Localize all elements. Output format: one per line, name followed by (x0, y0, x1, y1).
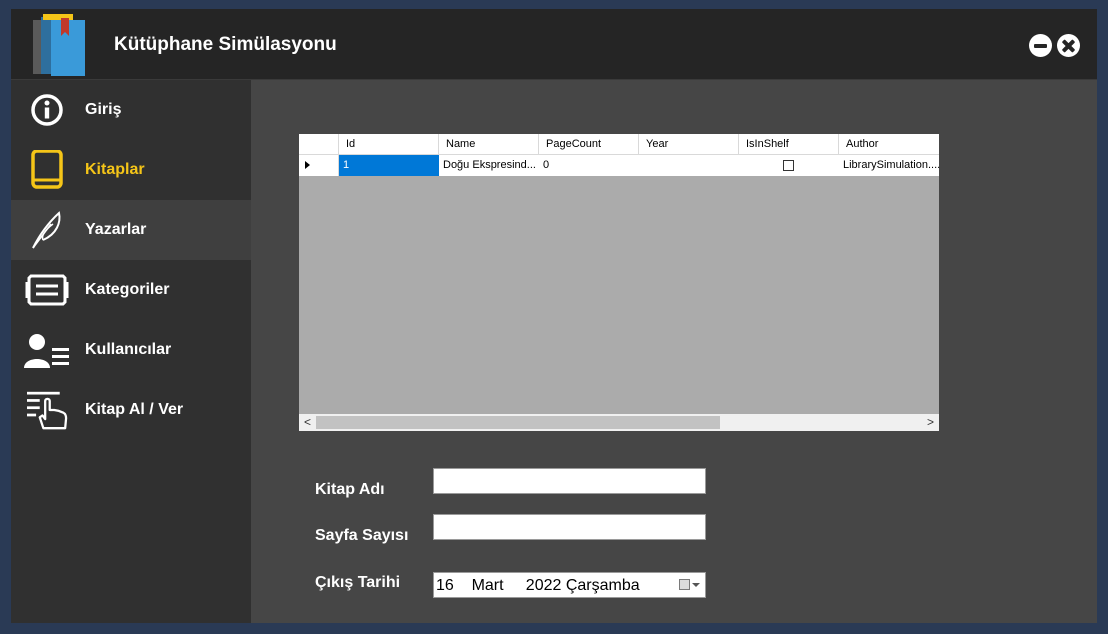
page-count-label: Sayfa Sayısı (315, 527, 409, 544)
release-date-label: Çıkış Tarihi (315, 574, 401, 591)
horizontal-scrollbar[interactable]: < > (299, 414, 939, 431)
sidebar-item-label: Kullanıcılar (85, 341, 172, 358)
book-icon (31, 150, 63, 189)
info-icon (31, 94, 63, 126)
minimize-icon[interactable] (1029, 34, 1052, 57)
sidebar-item-label: Kategoriler (85, 281, 170, 298)
chevron-down-icon[interactable] (692, 583, 700, 587)
sidebar: Giriş Kitaplar Yazarlar Kategoriler Kull… (11, 80, 251, 623)
sidebar-item-kategoriler[interactable]: Kategoriler (11, 260, 251, 320)
sidebar-item-label: Yazarlar (85, 221, 147, 238)
user-list-icon (24, 334, 69, 368)
sidebar-item-giris[interactable]: Giriş (11, 80, 251, 140)
close-icon[interactable] (1057, 34, 1080, 57)
isinshelf-checkbox[interactable] (783, 160, 794, 171)
sidebar-item-label: Kitaplar (85, 161, 145, 178)
title-bar[interactable]: Kütüphane Simülasyonu (11, 9, 1097, 80)
column-header-author[interactable]: Author (839, 134, 939, 154)
page-count-input[interactable] (433, 514, 706, 540)
sidebar-item-yazarlar[interactable]: Yazarlar (11, 200, 251, 260)
cell-year[interactable] (639, 155, 739, 176)
scroll-thumb[interactable] (316, 416, 720, 429)
content-panel: Id Name PageCount Year IsInShelf Author … (251, 80, 1097, 623)
cell-id[interactable]: 1 (339, 155, 439, 176)
book-name-label: Kitap Adı (315, 481, 385, 498)
column-header-year[interactable]: Year (639, 134, 739, 154)
cell-pagecount[interactable]: 0 (539, 155, 639, 176)
table-row[interactable]: 1 Doğu Ekspresind... 0 LibrarySimulation… (299, 155, 939, 176)
sidebar-item-label: Kitap Al / Ver (85, 401, 184, 418)
cell-author[interactable]: LibrarySimulation.... (839, 155, 939, 176)
release-date-value: 16 Mart 2022 Çarşamba (436, 577, 640, 594)
row-selector[interactable] (299, 155, 339, 176)
scroll-right-icon[interactable]: > (922, 414, 939, 431)
app-window: Kütüphane Simülasyonu Giriş Kitaplar Yaz… (11, 9, 1097, 623)
column-header-pagecount[interactable]: PageCount (539, 134, 639, 154)
sidebar-item-kitap-al-ver[interactable]: Kitap Al / Ver (11, 380, 251, 440)
sidebar-item-label: Giriş (85, 101, 122, 118)
sidebar-item-kitaplar[interactable]: Kitaplar (11, 140, 251, 200)
books-logo-icon (33, 14, 85, 76)
column-header-id[interactable]: Id (339, 134, 439, 154)
calendar-icon[interactable] (679, 579, 690, 590)
grid-corner-cell[interactable] (299, 134, 339, 154)
feather-icon (32, 211, 61, 249)
column-header-isinshelf[interactable]: IsInShelf (739, 134, 839, 154)
books-data-grid[interactable]: Id Name PageCount Year IsInShelf Author … (299, 134, 939, 431)
grid-header: Id Name PageCount Year IsInShelf Author (299, 134, 939, 155)
book-name-input[interactable] (433, 468, 706, 494)
list-card-icon (25, 274, 69, 306)
sidebar-item-kullanicilar[interactable]: Kullanıcılar (11, 320, 251, 380)
column-header-name[interactable]: Name (439, 134, 539, 154)
hand-pointer-icon (27, 391, 68, 430)
scroll-left-icon[interactable]: < (299, 414, 316, 431)
cell-name[interactable]: Doğu Ekspresind... (439, 155, 539, 176)
release-date-picker[interactable]: 16 Mart 2022 Çarşamba (433, 572, 706, 598)
window-title: Kütüphane Simülasyonu (114, 34, 337, 55)
